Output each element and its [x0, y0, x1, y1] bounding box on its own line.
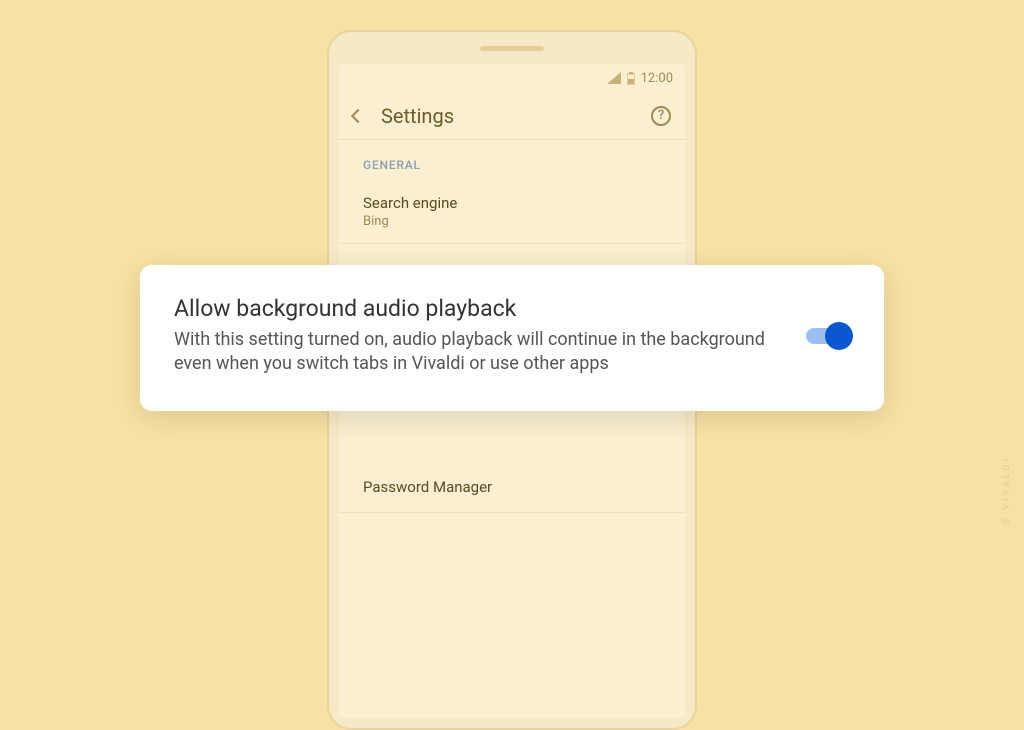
section-header-general: GENERAL [339, 140, 685, 180]
status-bar: 12:00 [339, 64, 685, 92]
watermark: © VIVALDI [1002, 456, 1012, 525]
card-text: Allow background audio playback With thi… [174, 295, 778, 377]
setting-title: Search engine [363, 194, 661, 212]
highlight-card: Allow background audio playback With thi… [140, 265, 884, 411]
settings-header: Settings ? [339, 92, 685, 140]
help-icon[interactable]: ? [651, 106, 671, 126]
card-description: With this setting turned on, audio playb… [174, 328, 778, 377]
audio-playback-toggle[interactable] [806, 322, 850, 350]
status-time: 12:00 [641, 71, 673, 86]
battery-icon [627, 72, 635, 85]
signal-icon [607, 72, 621, 84]
page-title: Settings [381, 104, 633, 128]
setting-password-manager[interactable]: Password Manager [339, 464, 685, 513]
phone-speaker [480, 46, 544, 51]
setting-title: Password Manager [363, 478, 661, 496]
setting-search-engine[interactable]: Search engine Bing [339, 180, 685, 244]
back-button[interactable] [353, 111, 363, 121]
card-title: Allow background audio playback [174, 295, 778, 322]
setting-value: Bing [363, 214, 661, 229]
toggle-thumb [825, 322, 853, 350]
chevron-left-icon [351, 108, 365, 122]
